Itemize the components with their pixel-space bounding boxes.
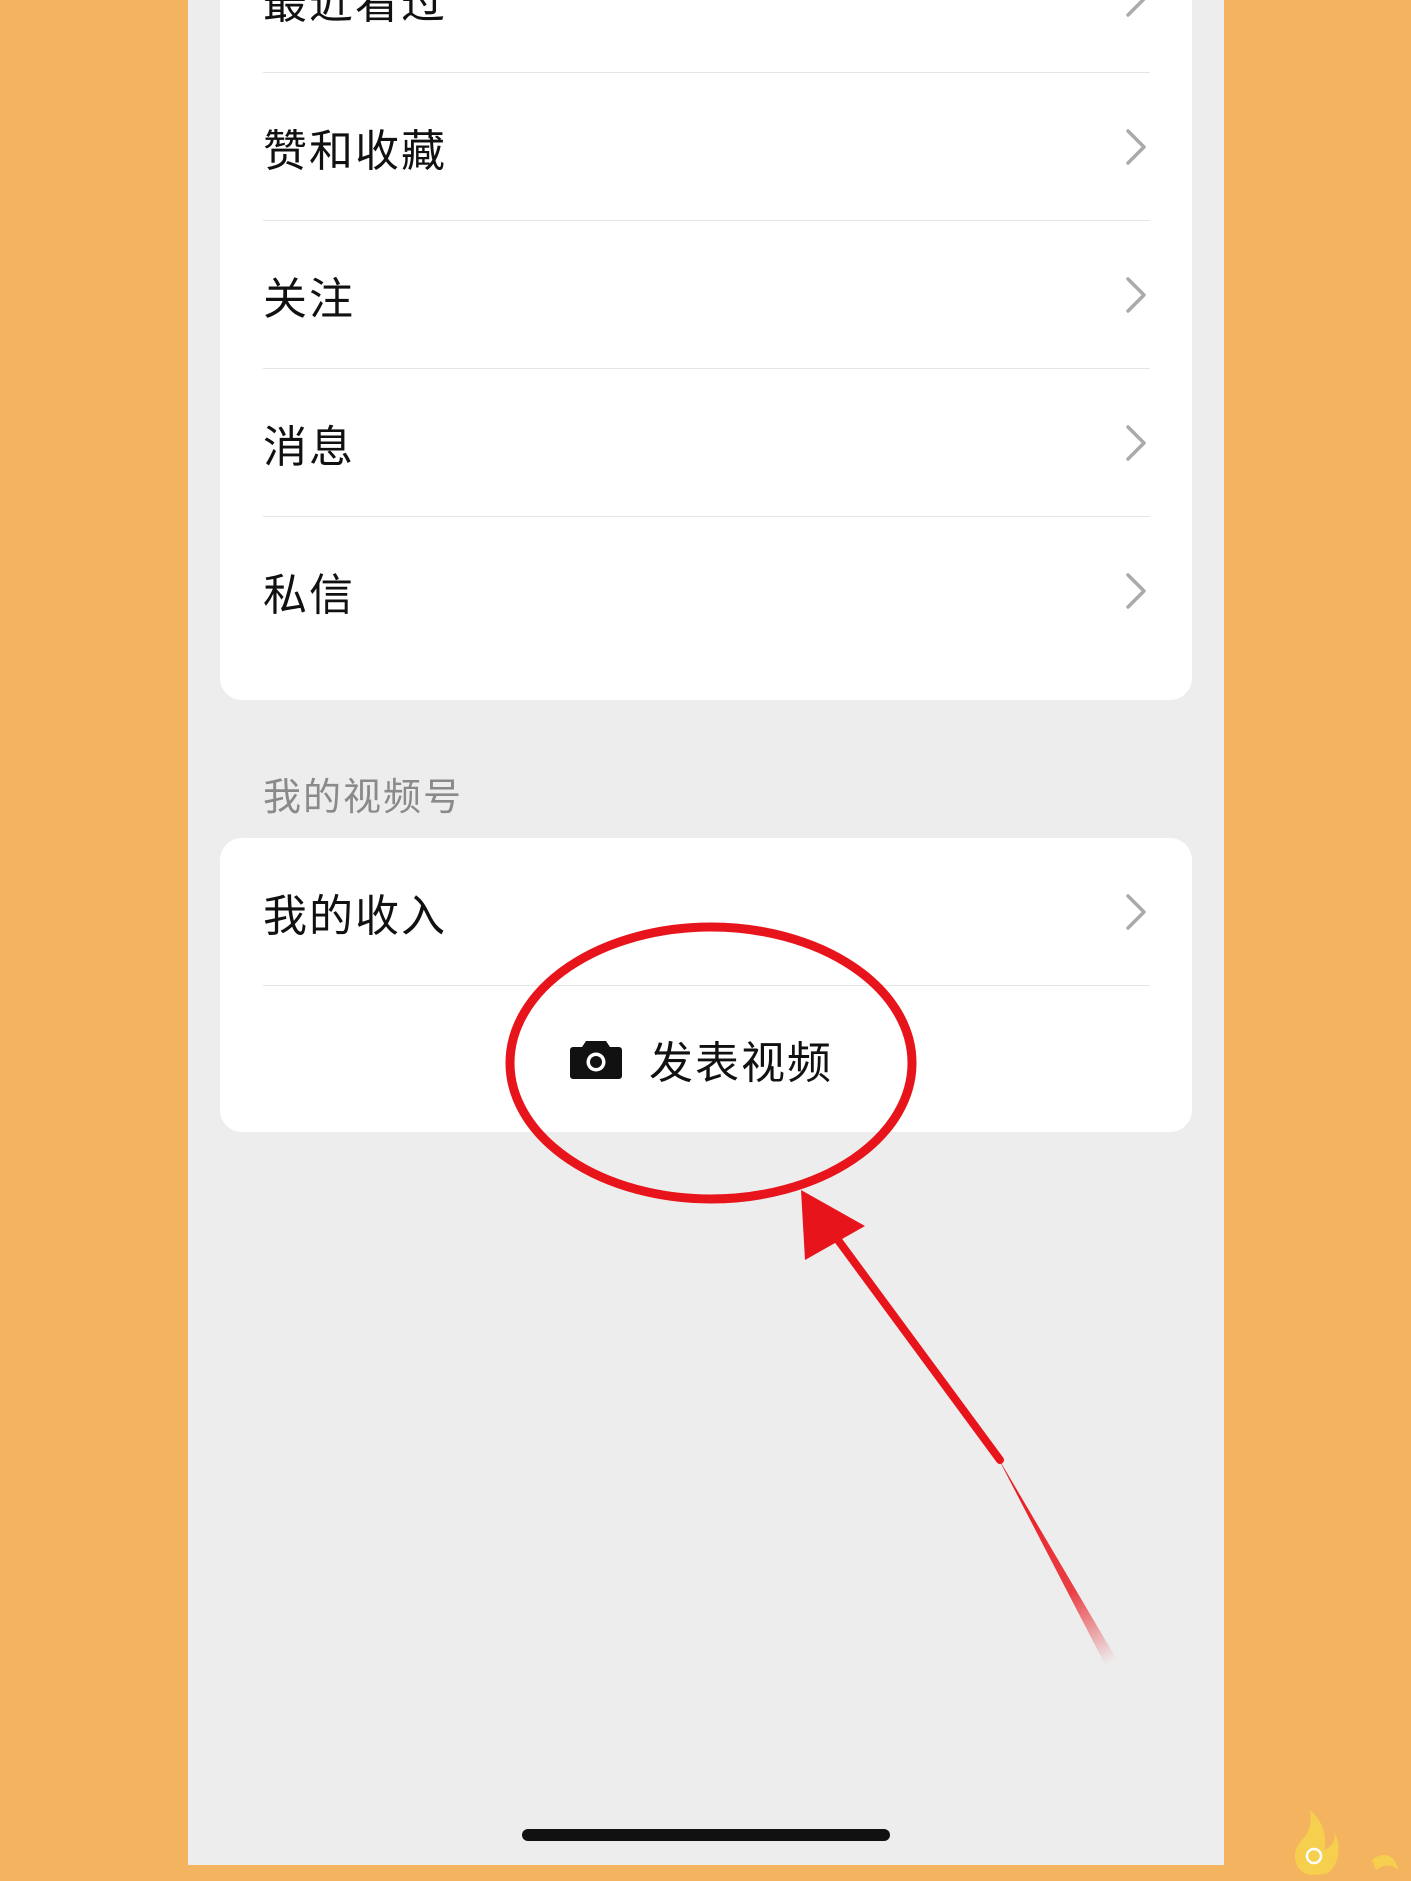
- chevron-right-icon: [1126, 573, 1146, 609]
- menu-item-label: 我的收入: [263, 891, 447, 942]
- menu-item-my-income[interactable]: 我的收入: [220, 838, 1192, 986]
- chevron-right-icon: [1126, 894, 1146, 930]
- camera-icon: [570, 1041, 622, 1079]
- menu-item-following[interactable]: 关注: [220, 221, 1192, 369]
- publish-video-button[interactable]: 发表视频: [220, 986, 1192, 1132]
- chevron-right-icon: [1126, 129, 1146, 165]
- phone-screen: 最近看过 赞和收藏 关注 消息 私信 我的视频号 我的收入 发表视频: [188, 0, 1224, 1865]
- chevron-right-icon: [1126, 277, 1146, 313]
- menu-item-label: 最近看过: [263, 0, 447, 29]
- menu-item-recently-viewed[interactable]: 最近看过: [220, 0, 1192, 73]
- menu-item-label: 赞和收藏: [263, 126, 447, 177]
- section-title: 我的视频号: [263, 775, 464, 819]
- channels-card: 我的收入 发表视频: [220, 838, 1192, 1132]
- watermark-flame-icon: [1295, 1810, 1398, 1875]
- menu-item-label: 私信: [263, 570, 355, 621]
- menu-item-likes-favorites[interactable]: 赞和收藏: [220, 73, 1192, 221]
- menu-item-label: 消息: [263, 422, 355, 473]
- menu-item-messages[interactable]: 消息: [220, 369, 1192, 517]
- chevron-right-icon: [1126, 425, 1146, 461]
- home-indicator[interactable]: [522, 1829, 890, 1841]
- menu-item-private-messages[interactable]: 私信: [220, 517, 1192, 665]
- menu-card: 最近看过 赞和收藏 关注 消息 私信: [220, 0, 1192, 700]
- chevron-right-icon: [1126, 0, 1146, 17]
- publish-video-label: 发表视频: [649, 1038, 833, 1089]
- menu-item-label: 关注: [263, 274, 355, 325]
